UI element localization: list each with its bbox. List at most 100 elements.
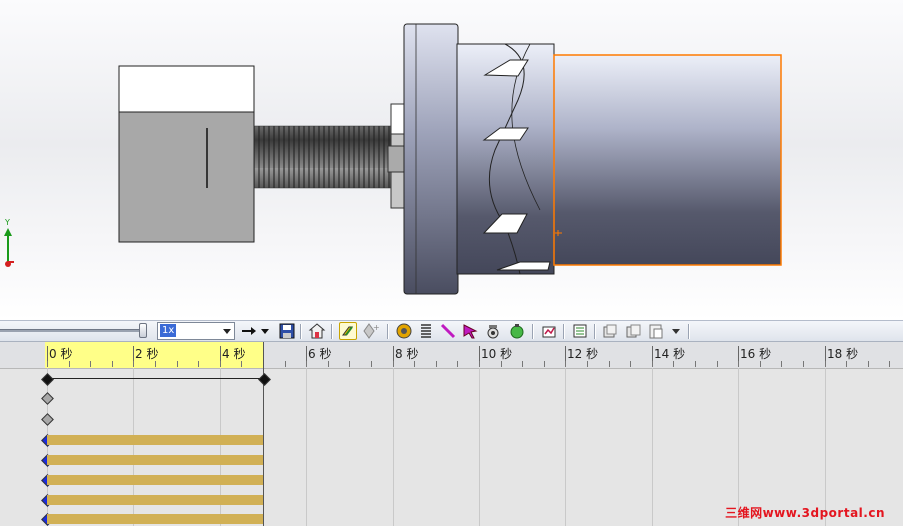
key-icon[interactable]: [339, 322, 357, 340]
add-key-icon[interactable]: +: [361, 322, 379, 340]
timeline-grid-line: [479, 368, 480, 526]
reference-triad: [4, 228, 14, 267]
paste-icon[interactable]: [647, 322, 665, 340]
ruler-minor-tick: [198, 361, 199, 367]
ruler-minor-tick: [868, 361, 869, 367]
more-icon[interactable]: [669, 322, 683, 340]
timeline-grid-line: [565, 368, 566, 526]
ruler-minor-tick: [371, 361, 372, 367]
ruler-minor-tick: [306, 361, 307, 367]
ruler-minor-tick: [717, 361, 718, 367]
ruler-minor-tick: [69, 361, 70, 367]
key-bar[interactable]: [47, 475, 263, 485]
ruler-minor-tick: [241, 361, 242, 367]
ruler-minor-tick: [112, 361, 113, 367]
assembly-model[interactable]: [0, 0, 903, 320]
ruler-minor-tick: [47, 361, 48, 367]
ruler-minor-tick: [846, 361, 847, 367]
dropdown-arrow-icon[interactable]: [259, 322, 271, 340]
ruler-minor-tick: [565, 361, 566, 367]
ruler-tick-label: 4 秒: [222, 347, 246, 361]
ruler-minor-tick: [177, 361, 178, 367]
playback-speed-slider-track[interactable]: [0, 329, 144, 332]
ruler-tick-label: 2 秒: [135, 347, 159, 361]
triad-y-label: Y: [5, 218, 10, 227]
spring-icon[interactable]: [417, 322, 435, 340]
chevron-down-icon[interactable]: [223, 329, 231, 334]
save-icon[interactable]: [278, 322, 296, 340]
ruler-tick-label: 18 秒: [827, 347, 859, 361]
ruler-minor-tick: [522, 361, 523, 367]
motor-icon[interactable]: [395, 322, 413, 340]
collapse-icon[interactable]: [601, 322, 619, 340]
threaded-shaft[interactable]: [253, 125, 393, 189]
ruler-tick-label: 0 秒: [49, 347, 73, 361]
key-bar[interactable]: [47, 495, 263, 505]
house-icon[interactable]: [308, 322, 326, 340]
pencil-icon[interactable]: [439, 322, 457, 340]
ruler-minor-tick: [609, 361, 610, 367]
cam-sleeve[interactable]: [456, 43, 555, 275]
ruler-minor-tick: [695, 361, 696, 367]
ruler-minor-tick: [544, 361, 545, 367]
timeline-grid-line: [393, 368, 394, 526]
ruler-tick-label: 8 秒: [395, 347, 419, 361]
key-point-diamond[interactable]: [41, 373, 54, 386]
ruler-minor-tick: [133, 361, 134, 367]
ruler-minor-tick: [349, 361, 350, 367]
playback-speed-select[interactable]: 1x: [157, 322, 235, 340]
forward-arrow-icon[interactable]: [240, 322, 258, 340]
ruler-minor-tick: [155, 361, 156, 367]
ruler-minor-tick: [436, 361, 437, 367]
ruler-minor-tick: [90, 361, 91, 367]
ruler-minor-tick: [328, 361, 329, 367]
key-point-diamond[interactable]: [41, 392, 54, 405]
square-knob[interactable]: [118, 65, 255, 243]
list-icon[interactable]: [571, 322, 589, 340]
ruler-minor-tick: [760, 361, 761, 367]
ruler-minor-tick: [285, 361, 286, 367]
key-bar[interactable]: [47, 435, 263, 445]
motion-timeline[interactable]: 0 秒 2 秒 4 秒 6 秒 8 秒 10 秒 12 秒 14 秒 16 秒 18 秒 三维网w…: [0, 342, 903, 526]
ruler-minor-tick: [393, 361, 394, 367]
ruler-tick-label: 16 秒: [740, 347, 772, 361]
timeline-grid-line: [825, 368, 826, 526]
motion-toolbar: 1x +: [0, 320, 903, 342]
ruler-minor-tick: [825, 361, 826, 367]
ruler-minor-tick: [457, 361, 458, 367]
globe-icon[interactable]: [508, 322, 526, 340]
playback-speed-slider-thumb[interactable]: [139, 323, 147, 338]
speed-value: 1x: [160, 324, 177, 337]
ruler-minor-tick: [889, 361, 890, 367]
ruler-tick-label: 14 秒: [654, 347, 686, 361]
time-bar[interactable]: [263, 342, 264, 526]
ruler-minor-tick: [587, 361, 588, 367]
ruler-tick-label: 10 秒: [481, 347, 513, 361]
ruler-minor-tick: [652, 361, 653, 367]
key-point-diamond[interactable]: [41, 413, 54, 426]
ruler-minor-tick: [781, 361, 782, 367]
ruler-minor-tick: [220, 361, 221, 367]
timeline-grid-line: [306, 368, 307, 526]
ruler-minor-tick: [673, 361, 674, 367]
ruler-tick-label: 12 秒: [567, 347, 599, 361]
summary-row: [47, 378, 263, 379]
copy-icon[interactable]: [624, 322, 642, 340]
key-bar[interactable]: [47, 514, 263, 524]
watermark: 三维网www.3dportal.cn: [725, 506, 885, 520]
ruler-minor-tick: [414, 361, 415, 367]
timeline-grid-line: [652, 368, 653, 526]
ruler-minor-tick: [501, 361, 502, 367]
cursor-icon[interactable]: [461, 322, 479, 340]
timeline-grid-line: [738, 368, 739, 526]
chart-icon[interactable]: [540, 322, 558, 340]
ruler-minor-tick: [738, 361, 739, 367]
selected-cylinder[interactable]: [553, 54, 782, 266]
end-key-diamond[interactable]: [258, 373, 271, 386]
graphics-viewport[interactable]: Y: [0, 0, 903, 320]
nut[interactable]: [387, 103, 406, 209]
camera-icon[interactable]: [484, 322, 502, 340]
key-bar[interactable]: [47, 455, 263, 465]
flange[interactable]: [403, 23, 459, 295]
ruler-minor-tick: [630, 361, 631, 367]
